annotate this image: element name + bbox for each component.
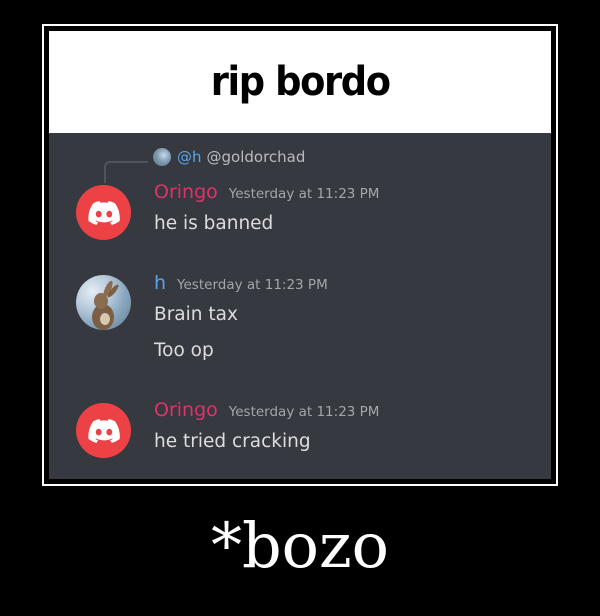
avatar[interactable] [76, 185, 131, 240]
image-frame: rip bordo @h @goldorchad Oringo Yesterda… [42, 24, 558, 486]
demotivational-poster: rip bordo @h @goldorchad Oringo Yesterda… [0, 0, 600, 616]
reply-handle: @goldorchad [206, 148, 306, 166]
username[interactable]: h [154, 272, 166, 294]
reply-connector [104, 161, 148, 183]
discord-logo-icon [87, 418, 120, 443]
caption-bar: rip bordo [49, 31, 551, 133]
rabbit-photo-icon [92, 280, 119, 330]
caption-text: rip bordo [210, 59, 391, 105]
chat-area: @h @goldorchad Oringo Yesterday at 11:23… [49, 133, 551, 473]
footer-caption: *bozo [210, 509, 389, 582]
discord-logo-icon [87, 200, 120, 225]
timestamp: Yesterday at 11:23 PM [228, 186, 380, 202]
message-text: Brain tax [154, 304, 238, 325]
reply-reference[interactable]: @h @goldorchad [153, 148, 305, 166]
message-text: he tried cracking [154, 431, 311, 452]
message-text: he is banned [154, 213, 274, 234]
timestamp: Yesterday at 11:23 PM [228, 404, 380, 420]
timestamp: Yesterday at 11:23 PM [177, 277, 328, 293]
reply-mention[interactable]: @h [177, 148, 202, 166]
reply-avatar [153, 148, 171, 166]
username[interactable]: Oringo [154, 181, 218, 203]
avatar[interactable] [76, 275, 131, 330]
username[interactable]: Oringo [154, 399, 218, 421]
avatar[interactable] [76, 403, 131, 458]
screenshot-panel: rip bordo @h @goldorchad Oringo Yesterda… [49, 31, 551, 479]
message-text: Too op [154, 340, 214, 361]
